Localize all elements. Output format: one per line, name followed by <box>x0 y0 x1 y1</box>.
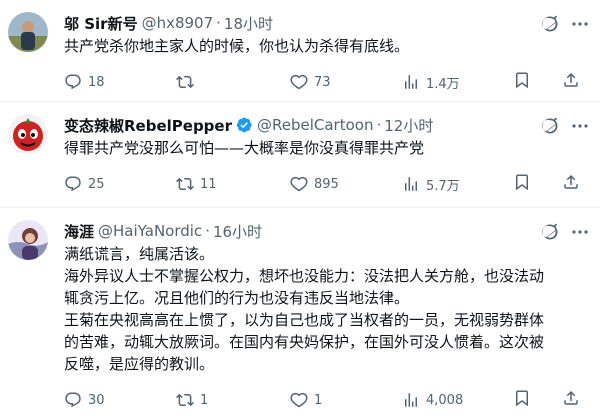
reply-count: 30 <box>88 392 105 408</box>
views-count: 1.4万 <box>426 76 460 92</box>
views-icon <box>405 75 417 89</box>
retweet-button[interactable] <box>176 73 200 91</box>
like-count: 73 <box>314 74 331 90</box>
action-bar: 25 11 895 5.7万 <box>64 173 584 195</box>
author-name[interactable]: 变态辣椒RebelPepper <box>64 115 232 136</box>
tweet-line: 王菊在央视高高在上惯了，以为自己也成了当权者的一员，无视弱势群体的苦难，动辄大放… <box>64 311 545 373</box>
bookmark-button[interactable] <box>513 173 531 195</box>
views-icon <box>405 393 417 407</box>
views-button[interactable]: 4,008 <box>402 391 463 409</box>
bookmark-icon <box>516 174 528 191</box>
tweet-line: 满纸谎言，纯属活该。 <box>64 245 215 263</box>
separator-dot: · <box>376 116 382 134</box>
tweet-line: 海外异议人士不掌握公权力，想坏也没能力：没法把人关方舱，也没法动辄贪污上亿。况且… <box>64 267 545 307</box>
avatar[interactable] <box>8 114 48 154</box>
timestamp[interactable]: 16小时 <box>213 221 262 242</box>
author-handle[interactable]: @RebelCartoon <box>257 116 373 134</box>
like-button[interactable]: 895 <box>290 175 339 193</box>
author-handle[interactable]: @HaiYaNordic <box>98 222 202 240</box>
action-bar: 30 1 1 4,008 <box>64 389 584 411</box>
tweet-text: 共产党杀你地主家人的时候，你也认为杀得有底线。 <box>64 35 584 57</box>
heart-icon <box>290 176 308 192</box>
reply-count: 25 <box>88 176 105 192</box>
bookmark-button[interactable] <box>513 389 531 411</box>
more-icon[interactable] <box>570 118 590 134</box>
reply-button[interactable]: 18 <box>64 73 105 91</box>
tweet-text: 得罪共产党没那么可怕——大概率是你没真得罪共产党 <box>64 137 584 159</box>
timestamp[interactable]: 18小时 <box>224 13 273 34</box>
author-handle[interactable]: @hx8907 <box>142 14 214 32</box>
verified-badge-icon <box>236 117 252 133</box>
tweet-text: 满纸谎言，纯属活该。 海外异议人士不掌握公权力，想坏也没能力：没法把人关方舱，也… <box>64 243 584 375</box>
tweet-line: 共产党杀你地主家人的时候，你也认为杀得有底线。 <box>64 37 410 55</box>
action-bar: 18 73 1.4万 <box>64 71 584 93</box>
views-button[interactable]: 1.4万 <box>402 73 460 92</box>
share-icon <box>564 72 578 87</box>
like-count: 1 <box>314 392 323 408</box>
retweet-icon <box>176 393 194 407</box>
views-button[interactable]: 5.7万 <box>402 175 460 194</box>
tweet[interactable]: 邬 Sir新号 @hx8907 · 18小时 共产党杀你地主家人的时候，你也认为… <box>0 0 600 102</box>
grok-icon[interactable] <box>540 14 560 34</box>
share-button[interactable] <box>562 173 580 195</box>
retweet-count: 11 <box>200 176 217 192</box>
more-icon[interactable] <box>570 16 590 32</box>
heart-icon <box>290 74 308 90</box>
separator-dot: · <box>205 222 210 240</box>
grok-icon[interactable] <box>540 116 560 136</box>
share-icon <box>564 174 578 189</box>
share-icon <box>564 390 578 405</box>
tweet[interactable]: 海涯 @HaiYaNordic · 16小时 满纸谎言，纯属活该。 海外异议人士… <box>0 208 600 415</box>
retweet-icon <box>176 177 194 191</box>
retweet-button[interactable]: 1 <box>176 391 208 409</box>
views-count: 5.7万 <box>426 178 460 194</box>
retweet-count: 1 <box>200 392 209 408</box>
reply-count: 18 <box>88 74 105 90</box>
tweet[interactable]: 变态辣椒RebelPepper @RebelCartoon · 12小时 得罪共… <box>0 102 600 208</box>
reply-icon <box>65 392 81 408</box>
author-name[interactable]: 海涯 <box>64 221 94 242</box>
views-count: 4,008 <box>426 392 464 408</box>
avatar[interactable] <box>8 12 48 52</box>
share-button[interactable] <box>562 389 580 411</box>
reply-icon <box>65 176 81 192</box>
heart-icon <box>290 392 308 408</box>
share-button[interactable] <box>562 71 580 93</box>
like-button[interactable]: 73 <box>290 73 331 91</box>
bookmark-icon <box>516 72 528 89</box>
bookmark-icon <box>516 390 528 407</box>
grok-icon[interactable] <box>540 222 560 242</box>
tweet-line: 得罪共产党没那么可怕——大概率是你没真得罪共产党 <box>64 139 425 157</box>
bookmark-button[interactable] <box>513 71 531 93</box>
like-button[interactable]: 1 <box>290 391 322 409</box>
more-icon[interactable] <box>570 224 590 240</box>
timestamp[interactable]: 12小时 <box>384 115 433 136</box>
views-icon <box>405 177 417 191</box>
retweet-button[interactable]: 11 <box>176 175 217 193</box>
avatar[interactable] <box>8 220 48 260</box>
retweet-icon <box>176 75 194 89</box>
separator-dot: · <box>216 14 221 32</box>
author-name[interactable]: 邬 Sir新号 <box>64 13 138 34</box>
reply-icon <box>65 74 81 90</box>
reply-button[interactable]: 25 <box>64 175 105 193</box>
reply-button[interactable]: 30 <box>64 391 105 409</box>
like-count: 895 <box>314 176 339 192</box>
